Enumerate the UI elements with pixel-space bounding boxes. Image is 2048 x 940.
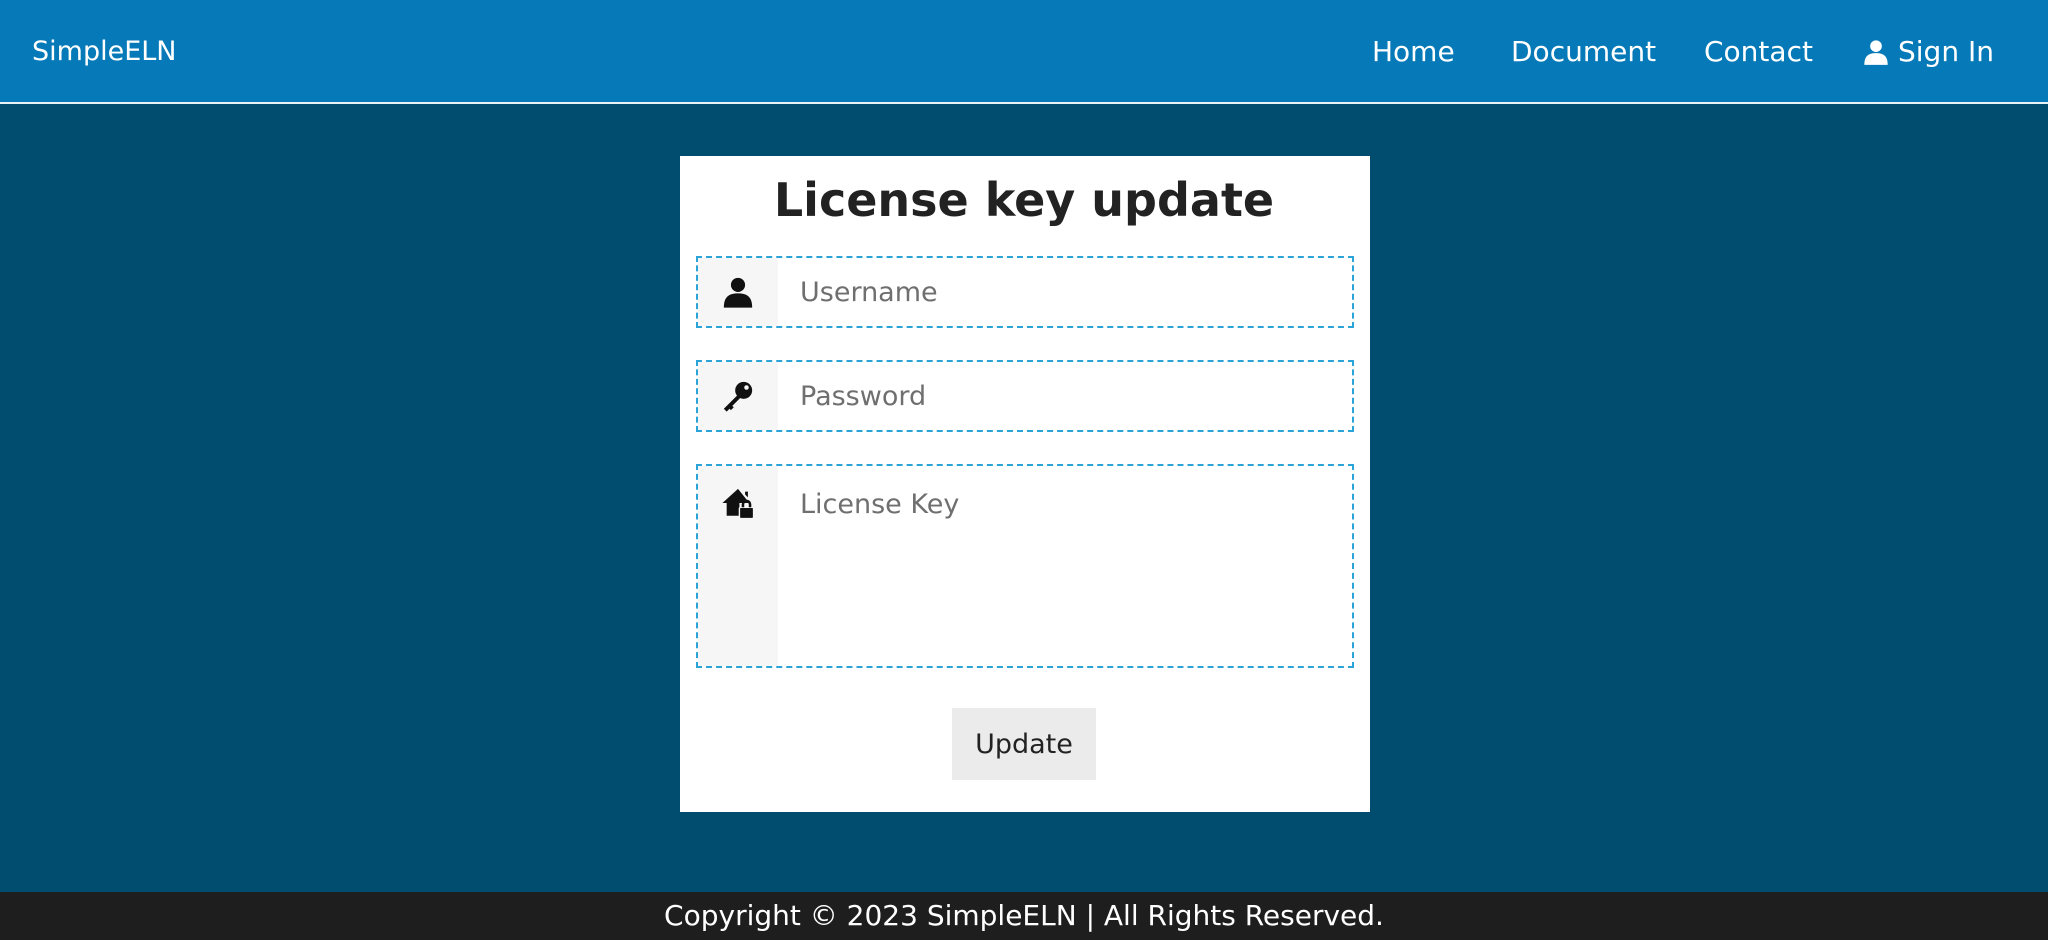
license-key-field-group [696, 464, 1354, 668]
password-addon [698, 362, 778, 430]
footer: Copyright © 2023 SimpleELN | All Rights … [0, 892, 2048, 940]
nav-contact[interactable]: Contact [1704, 32, 1813, 72]
user-icon [723, 277, 753, 308]
sign-in-label: Sign In [1898, 35, 1994, 68]
top-navbar: SimpleELN Home Document Contact Sign In [0, 0, 2048, 104]
license-key-textarea[interactable] [780, 466, 1352, 666]
nav-sign-in[interactable]: Sign In [1862, 32, 1994, 72]
nav-home[interactable]: Home [1372, 32, 1455, 72]
username-input[interactable] [780, 258, 1352, 326]
house-lock-icon [722, 488, 755, 520]
page-title: License key update [773, 173, 1275, 227]
nav-document[interactable]: Document [1511, 32, 1656, 72]
update-button[interactable]: Update [952, 708, 1096, 780]
license-key-addon [698, 466, 778, 666]
password-input[interactable] [780, 362, 1352, 430]
username-field-group [696, 256, 1354, 328]
password-field-group [696, 360, 1354, 432]
username-addon [698, 258, 778, 326]
brand-link[interactable]: SimpleELN [32, 34, 177, 70]
key-icon [723, 381, 753, 412]
user-icon [1864, 40, 1888, 65]
copyright-text: Copyright © 2023 SimpleELN | All Rights … [664, 899, 1384, 932]
